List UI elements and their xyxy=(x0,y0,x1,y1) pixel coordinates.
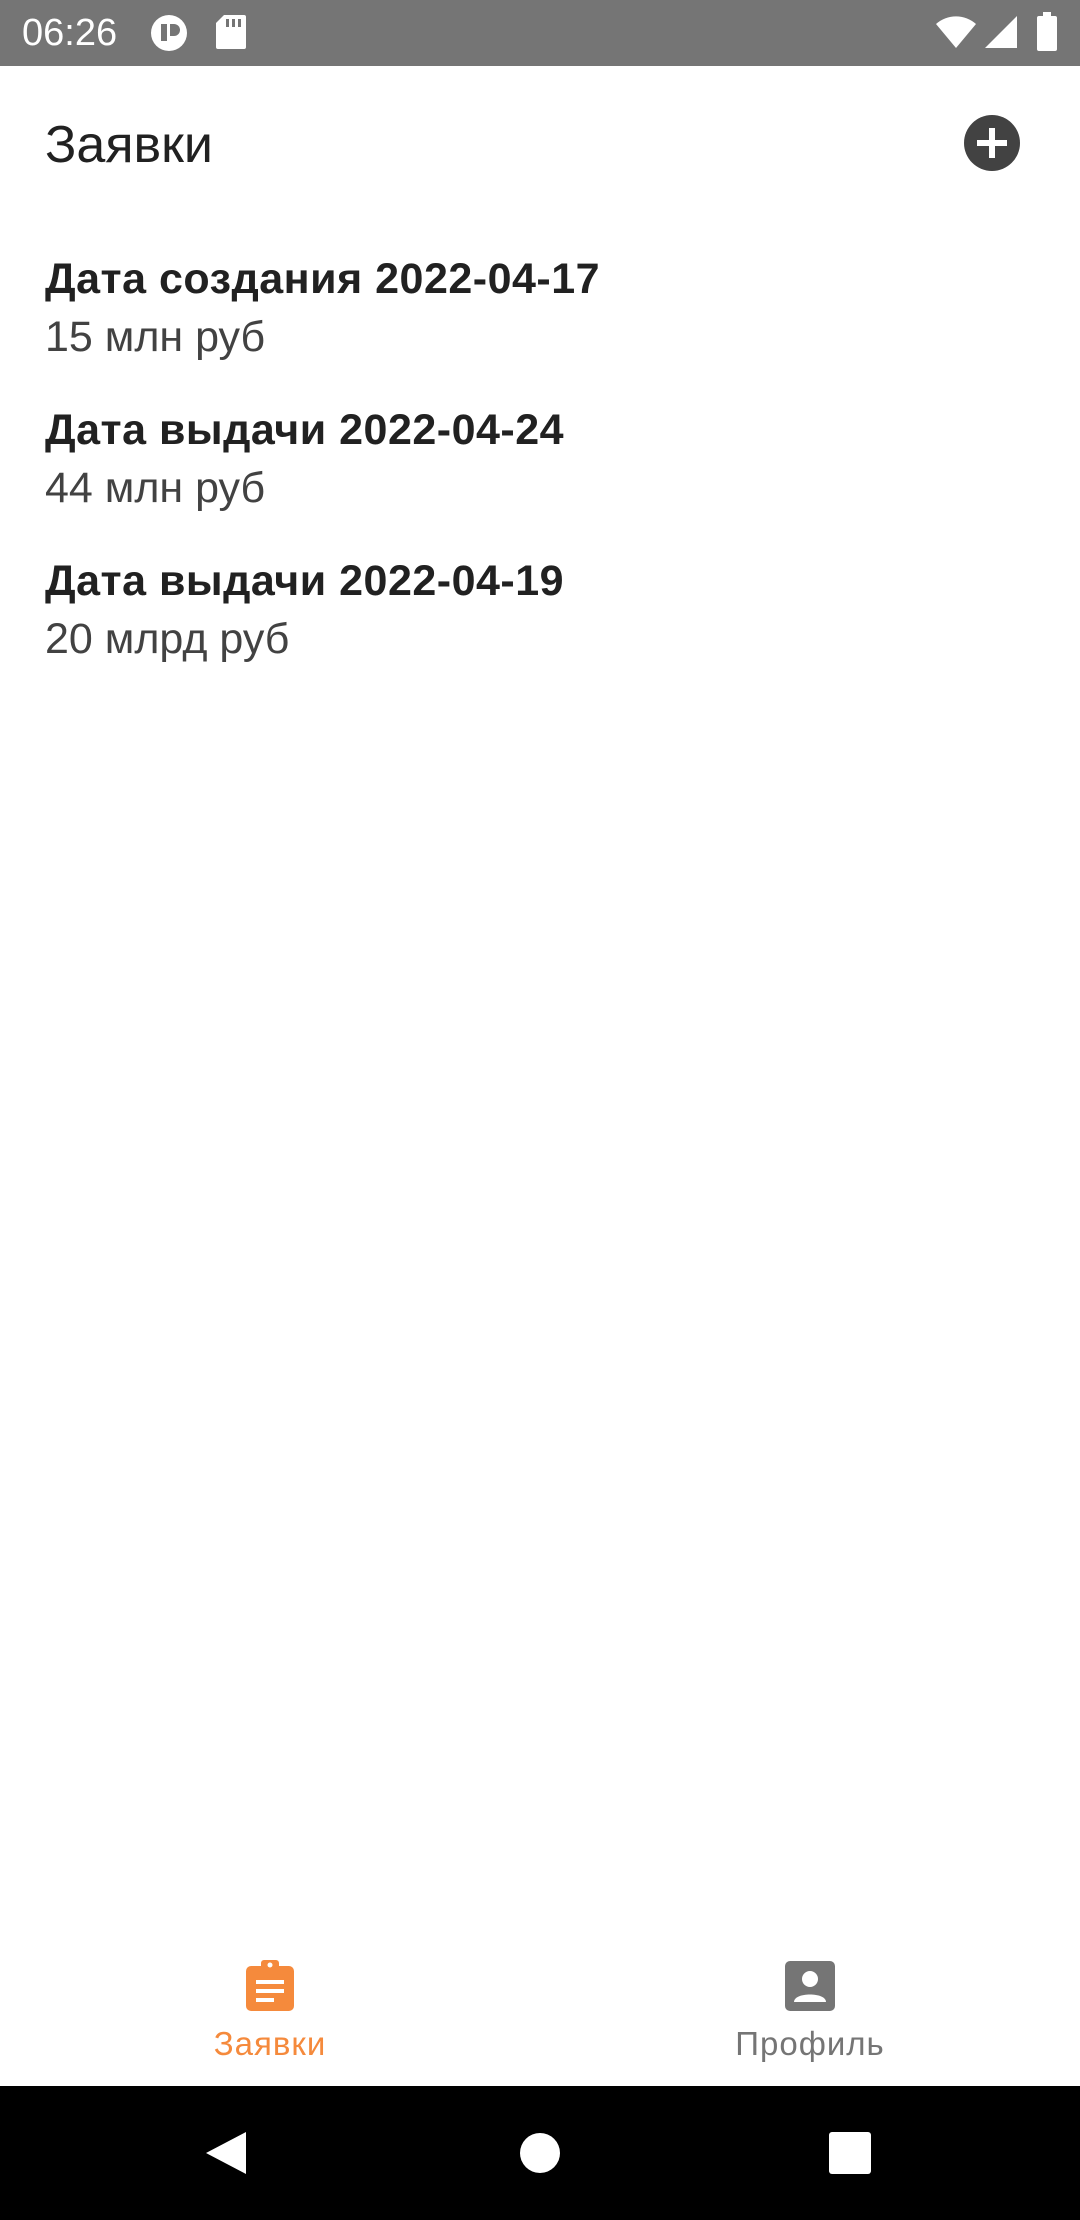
back-icon xyxy=(206,2132,246,2174)
back-button[interactable] xyxy=(166,2086,286,2220)
request-item[interactable]: Дата выдачи 2022-04-19 20 млрд руб xyxy=(45,552,1035,703)
request-title: Дата выдачи 2022-04-24 xyxy=(45,406,565,454)
sd-card-icon xyxy=(216,14,246,55)
battery-icon xyxy=(1036,12,1058,57)
shield-icon xyxy=(150,14,188,57)
nav-item-requests[interactable]: Заявки xyxy=(0,1940,540,2086)
request-item[interactable]: Дата выдачи 2022-04-24 44 млн руб xyxy=(45,401,1035,552)
wifi-icon xyxy=(935,14,977,55)
system-navigation-bar xyxy=(0,2086,1080,2220)
add-request-button[interactable] xyxy=(964,115,1020,171)
page-title: Заявки xyxy=(45,116,213,174)
profile-card-icon xyxy=(785,1961,835,2011)
status-bar: 06:26 xyxy=(0,0,1080,66)
signal-icon xyxy=(984,14,1018,55)
request-title: Дата выдачи 2022-04-19 xyxy=(45,557,565,605)
nav-label-requests: Заявки xyxy=(213,2025,327,2062)
request-item[interactable]: Дата создания 2022-04-17 15 млн руб xyxy=(45,250,1035,401)
request-amount: 44 млн руб xyxy=(45,464,266,512)
status-time: 06:26 xyxy=(22,12,118,54)
nav-item-profile[interactable]: Профиль xyxy=(540,1940,1080,2086)
request-title: Дата создания 2022-04-17 xyxy=(45,255,601,303)
clipboard-icon xyxy=(246,1960,294,2011)
add-circle-icon xyxy=(977,128,1007,158)
bottom-navigation: Заявки Профиль xyxy=(0,1940,1080,2086)
request-amount: 20 млрд руб xyxy=(45,615,290,663)
home-icon xyxy=(520,2133,560,2173)
app-screen: 06:26 Заявки Дата создания 2022-04-17 15… xyxy=(0,0,1080,2220)
request-amount: 15 млн руб xyxy=(45,313,266,361)
recents-button[interactable] xyxy=(790,2086,910,2220)
recents-icon xyxy=(829,2132,871,2174)
home-button[interactable] xyxy=(480,2086,600,2220)
nav-label-profile: Профиль xyxy=(735,2025,885,2062)
request-list: Дата создания 2022-04-17 15 млн руб Дата… xyxy=(45,250,1035,703)
